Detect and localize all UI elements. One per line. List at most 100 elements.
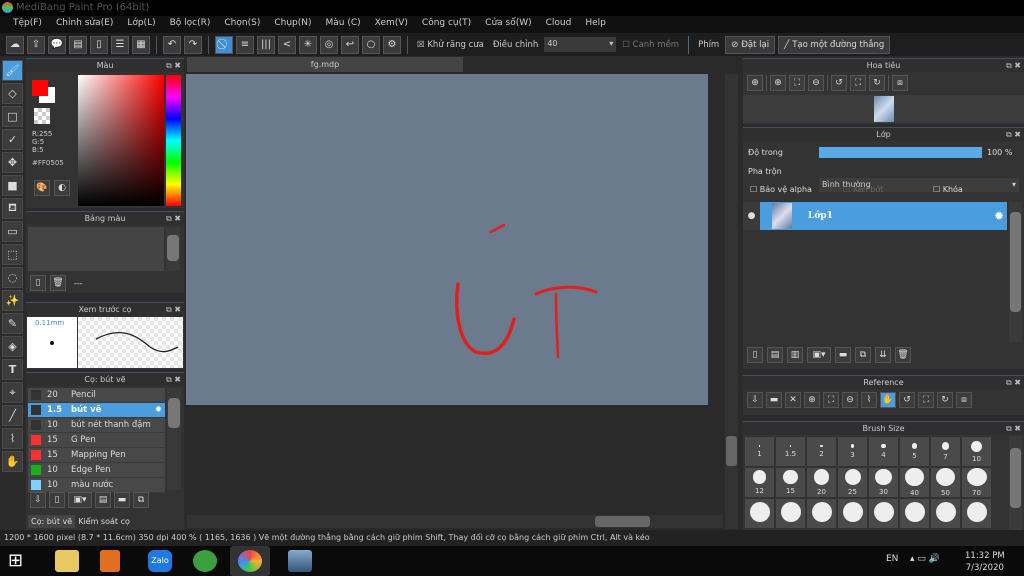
photos-icon[interactable] — [288, 550, 312, 572]
brush-size-cell[interactable]: 40 — [900, 468, 929, 497]
soft-edge-checkbox[interactable]: ☐ Canh mềm — [622, 40, 679, 50]
primary-color-swatch[interactable] — [32, 80, 48, 96]
lock-checkbox[interactable]: ☐ Khóa — [933, 185, 963, 194]
flip-icon[interactable]: ⧈ — [956, 392, 972, 408]
reset-rotation-icon[interactable]: ⛶ — [918, 392, 934, 408]
antialias-checkbox[interactable]: ☒ Khử răng cưa — [417, 40, 484, 50]
new-halftone-layer-icon[interactable]: ▤ — [767, 347, 783, 363]
brush-size-cell[interactable] — [776, 499, 805, 528]
fill-rect-tool-icon[interactable]: ■ — [2, 175, 23, 196]
brush-size-cell[interactable]: 12 — [745, 468, 774, 497]
opacity-slider[interactable] — [819, 147, 982, 158]
folder-icon[interactable]: ▬ — [114, 492, 130, 508]
menu-edit[interactable]: Chỉnh sửa(E) — [49, 16, 120, 33]
brush-size-cell[interactable]: 15 — [776, 468, 805, 497]
transparent-swatch[interactable] — [34, 108, 50, 124]
add-brush-dropdown-icon[interactable]: ▣▾ — [68, 492, 92, 508]
layer-row[interactable]: ● Lớp1 ✹ — [743, 202, 1007, 230]
flip-icon[interactable]: ⧈ — [892, 75, 908, 91]
brush-size-cell[interactable]: 70 — [962, 468, 991, 497]
snap-parallel-icon[interactable]: ≡ — [236, 35, 254, 54]
gear-icon[interactable]: ✹ — [155, 405, 162, 415]
file-explorer-icon[interactable] — [55, 550, 79, 572]
brush-size-cell[interactable] — [900, 499, 929, 528]
brush-size-cell[interactable] — [931, 499, 960, 528]
duplicate-layer-icon[interactable]: ⧉ — [855, 347, 871, 363]
folder-icon[interactable]: ▬ — [835, 347, 851, 363]
snap-ellipse-icon[interactable]: ○ — [362, 35, 380, 54]
brush-size-cell[interactable]: 20 — [807, 468, 836, 497]
menu-file[interactable]: Tệp(F) — [6, 16, 49, 33]
media-player-icon[interactable] — [100, 550, 120, 572]
close-icon[interactable]: ✕ — [785, 392, 801, 408]
fit-icon[interactable]: ⛶ — [789, 75, 805, 91]
zoom-in-icon[interactable]: ⊕ — [770, 75, 786, 91]
brush-size-cell[interactable]: 7 — [931, 437, 960, 466]
float-close-icon[interactable]: ⧉ ✖ — [166, 59, 181, 72]
saturation-value-picker[interactable] — [78, 75, 164, 206]
rotate-right-icon[interactable]: ↻ — [869, 75, 885, 91]
zoom-in-icon[interactable]: ⊕ — [747, 75, 763, 91]
select-pen-tool-icon[interactable]: ✎ — [2, 313, 23, 334]
eyedropper-icon[interactable]: ⌇ — [861, 392, 877, 408]
brush-tool-icon[interactable]: 🖌 — [2, 60, 23, 81]
color-picker-icon[interactable]: ◐ — [54, 180, 70, 196]
brush-item-selected[interactable]: 1.5 bút vẽ ✹ — [28, 403, 165, 418]
rectangle-tool-icon[interactable]: □ — [2, 106, 23, 127]
language-indicator[interactable]: EN — [886, 554, 898, 564]
redo-icon[interactable]: ↷ — [184, 35, 202, 54]
hand-tool-icon[interactable]: ✋ — [2, 451, 23, 472]
horizontal-scrollbar[interactable] — [187, 515, 723, 528]
undo-icon[interactable]: ↶ — [163, 35, 181, 54]
zalo-icon[interactable]: Zalo — [148, 550, 172, 572]
brush-size-cell[interactable]: 50 — [931, 468, 960, 497]
brush-size-cell[interactable] — [869, 499, 898, 528]
float-close-icon[interactable]: ⧉ ✖ — [166, 373, 181, 386]
new-1bit-layer-icon[interactable]: ▥ — [787, 347, 803, 363]
menu-cloud[interactable]: Cloud — [539, 16, 579, 33]
gradient-tool-icon[interactable]: ▭ — [2, 221, 23, 242]
snap-circle-icon[interactable]: ◎ — [320, 35, 338, 54]
hue-slider[interactable] — [166, 75, 181, 206]
clock[interactable]: 11:32 PM 7/3/2020 — [965, 550, 1005, 574]
snap-off-icon[interactable]: ⃠ — [215, 35, 233, 54]
brush-size-cell[interactable]: 30 — [869, 468, 898, 497]
cloud-download-icon[interactable]: ⇩ — [30, 492, 46, 508]
hand-icon[interactable]: ✋ — [880, 392, 896, 408]
new-brush-icon[interactable]: ▯ — [49, 492, 65, 508]
palette-scrollbar[interactable] — [166, 227, 180, 271]
eraser-tool-icon[interactable]: ◇ — [2, 83, 23, 104]
brush-item[interactable]: 15 G Pen — [28, 433, 165, 448]
rotate-right-icon[interactable]: ↻ — [937, 392, 953, 408]
document-tab[interactable]: fg.mdp — [187, 57, 463, 72]
protect-alpha-checkbox[interactable]: ☐ Bảo vệ alpha — [750, 185, 812, 194]
coccoc-icon[interactable] — [193, 550, 217, 572]
tab-brush-control[interactable]: Kiểm soát cọ — [75, 515, 133, 528]
page-list-icon[interactable]: ☰ — [111, 35, 129, 54]
reset-rotation-icon[interactable]: ⛶ — [850, 75, 866, 91]
bucket-tool-icon[interactable]: ⛾ — [2, 198, 23, 219]
rotate-left-icon[interactable]: ↺ — [899, 392, 915, 408]
layer-scrollbar[interactable] — [1009, 202, 1022, 342]
merge-layer-icon[interactable]: ⇊ — [875, 347, 891, 363]
adjust-select[interactable]: 40 ▾ — [544, 37, 617, 52]
brush-size-cell[interactable]: 10 — [962, 437, 991, 466]
visibility-icon[interactable]: ● — [743, 202, 760, 230]
gear-icon[interactable]: ✹ — [994, 209, 1004, 223]
message-icon[interactable]: ▤ — [69, 35, 87, 54]
snap-vanishing-icon[interactable]: < — [278, 35, 296, 54]
palette-icon[interactable]: 🎨 — [34, 180, 50, 196]
clip-checkbox[interactable]: ☐ Xén bớt — [843, 185, 883, 194]
brush-size-cell[interactable]: 4 — [869, 437, 898, 466]
snap-vertical-icon[interactable]: ||| — [257, 35, 275, 54]
brush-item[interactable]: 10 bút nét thanh đậm — [28, 418, 165, 433]
magic-wand-tool-icon[interactable]: ✨ — [2, 290, 23, 311]
comment-icon[interactable]: 💬 — [48, 35, 66, 54]
lasso-tool-icon[interactable]: ◌ — [2, 267, 23, 288]
brush-size-cell[interactable] — [962, 499, 991, 528]
page-icon[interactable]: ▯ — [90, 35, 108, 54]
delete-icon[interactable]: 🗑 — [50, 275, 66, 291]
brush-item[interactable]: 10 Edge Pen — [28, 463, 165, 478]
menu-layer[interactable]: Lớp(L) — [120, 16, 162, 33]
brush-size-cell[interactable] — [807, 499, 836, 528]
